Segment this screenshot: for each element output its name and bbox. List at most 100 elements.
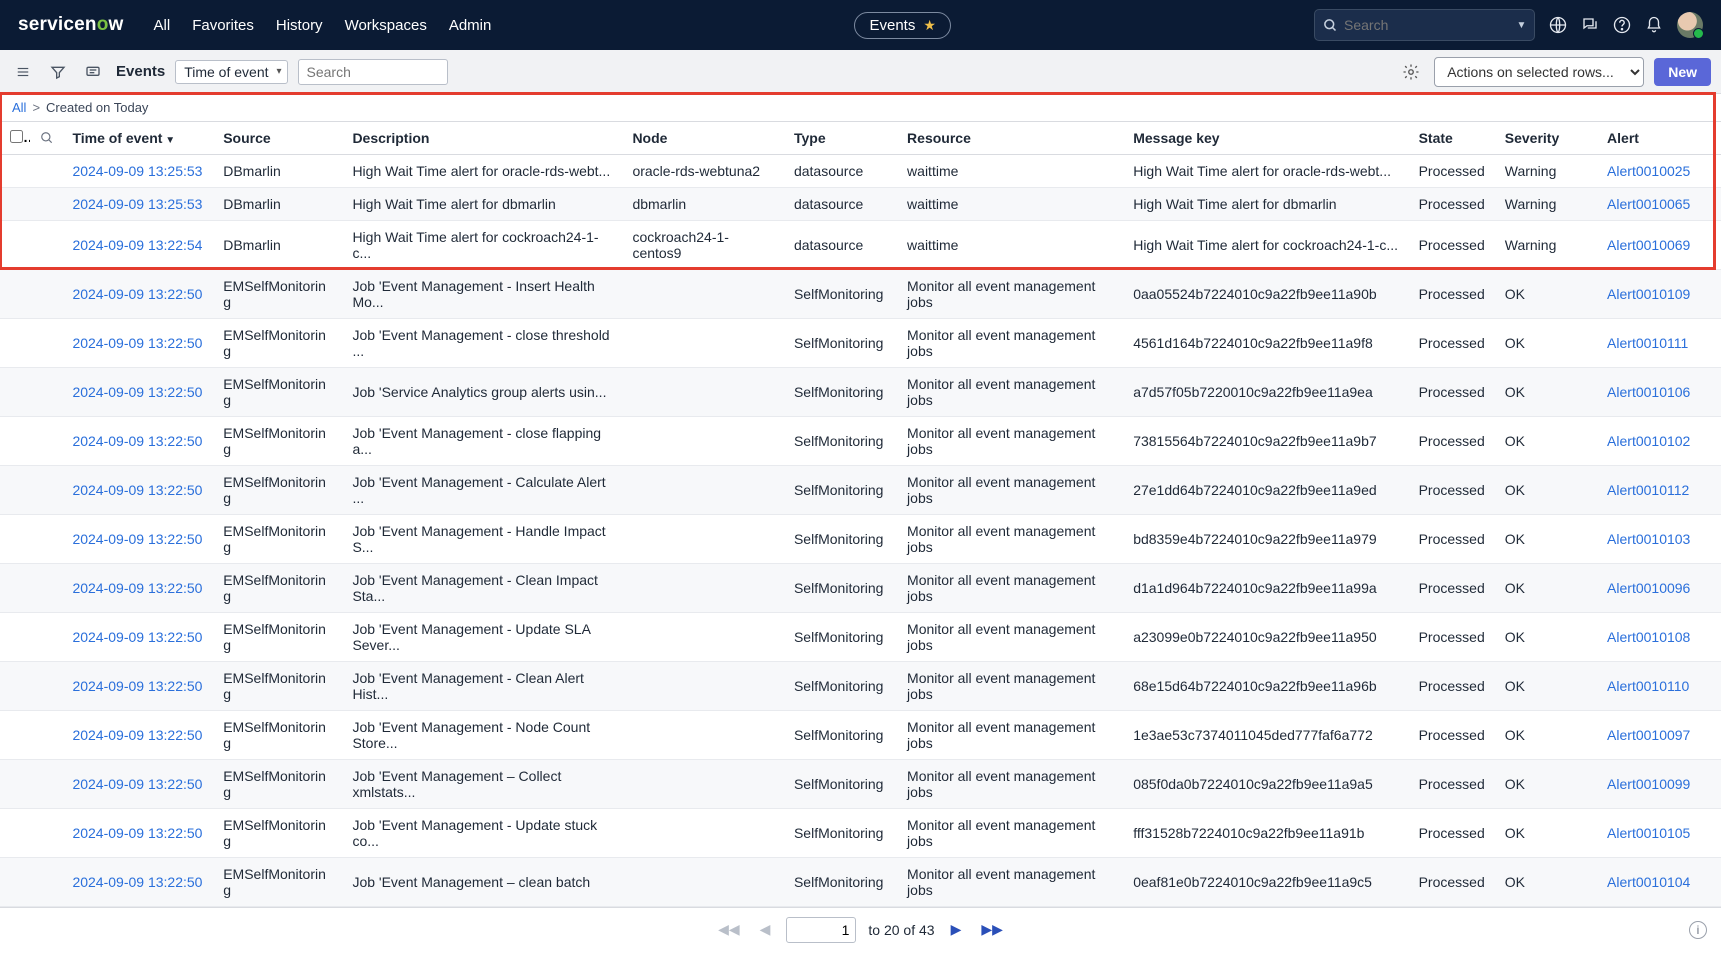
select-all-checkbox[interactable] (10, 130, 23, 143)
cell-alert[interactable]: Alert0010106 (1597, 368, 1721, 417)
nav-workspaces[interactable]: Workspaces (345, 17, 427, 34)
actions-select[interactable]: Actions on selected rows... (1434, 57, 1644, 87)
cell-type: datasource (784, 221, 897, 270)
row-preview-cell (30, 221, 62, 270)
cell-alert[interactable]: Alert0010102 (1597, 417, 1721, 466)
global-search-input[interactable] (1344, 17, 1505, 33)
cell-time[interactable]: 2024-09-09 13:22:50 (62, 417, 213, 466)
cell-alert[interactable]: Alert0010065 (1597, 188, 1721, 221)
cell-messagekey: High Wait Time alert for dbmarlin (1123, 188, 1408, 221)
search-options-caret[interactable]: ▼ (1509, 9, 1535, 41)
cell-alert[interactable]: Alert0010069 (1597, 221, 1721, 270)
chat-icon[interactable] (1581, 16, 1599, 34)
table-row[interactable]: 2024-09-09 13:22:50EMSelfMonitoringJob '… (0, 417, 1721, 466)
last-page-icon[interactable]: ▶▶ (977, 919, 1007, 940)
col-description[interactable]: Description (342, 122, 622, 155)
next-page-icon[interactable]: ▶ (947, 919, 966, 940)
table-row[interactable]: 2024-09-09 13:22:54DBmarlinHigh Wait Tim… (0, 221, 1721, 270)
cell-time[interactable]: 2024-09-09 13:22:50 (62, 760, 213, 809)
help-icon[interactable] (1613, 16, 1631, 34)
table-row[interactable]: 2024-09-09 13:25:53DBmarlinHigh Wait Tim… (0, 188, 1721, 221)
global-search[interactable] (1314, 9, 1514, 41)
table-row[interactable]: 2024-09-09 13:25:53DBmarlinHigh Wait Tim… (0, 155, 1721, 188)
row-checkbox-cell (0, 319, 30, 368)
cell-time[interactable]: 2024-09-09 13:22:50 (62, 368, 213, 417)
cell-source: EMSelfMonitoring (213, 466, 342, 515)
col-search[interactable] (30, 122, 62, 155)
cell-alert[interactable]: Alert0010104 (1597, 858, 1721, 907)
table-row[interactable]: 2024-09-09 13:22:50EMSelfMonitoringJob '… (0, 711, 1721, 760)
nav-admin[interactable]: Admin (449, 17, 492, 34)
cell-time[interactable]: 2024-09-09 13:22:50 (62, 711, 213, 760)
activity-icon[interactable] (80, 60, 106, 84)
cell-alert[interactable]: Alert0010103 (1597, 515, 1721, 564)
breadcrumb-current[interactable]: Created on Today (46, 100, 148, 115)
gear-icon[interactable] (1402, 63, 1420, 81)
cell-time[interactable]: 2024-09-09 13:22:54 (62, 221, 213, 270)
cell-alert[interactable]: Alert0010108 (1597, 613, 1721, 662)
cell-time[interactable]: 2024-09-09 13:22:50 (62, 662, 213, 711)
cell-alert[interactable]: Alert0010097 (1597, 711, 1721, 760)
table-row[interactable]: 2024-09-09 13:22:50EMSelfMonitoringJob '… (0, 760, 1721, 809)
table-row[interactable]: 2024-09-09 13:22:50EMSelfMonitoringJob '… (0, 319, 1721, 368)
cell-messagekey: a23099e0b7224010c9a22fb9ee11a950 (1123, 613, 1408, 662)
prev-page-icon[interactable]: ◀ (756, 919, 775, 940)
page-input[interactable] (786, 917, 856, 943)
table-row[interactable]: 2024-09-09 13:22:50EMSelfMonitoringJob '… (0, 466, 1721, 515)
col-source[interactable]: Source (213, 122, 342, 155)
bell-icon[interactable] (1645, 16, 1663, 34)
filter-icon[interactable] (46, 60, 70, 84)
cell-severity: OK (1495, 760, 1597, 809)
info-icon[interactable]: i (1689, 921, 1707, 939)
breadcrumb-all[interactable]: All (12, 100, 26, 115)
list-search-input[interactable] (298, 59, 448, 85)
new-button[interactable]: New (1654, 58, 1711, 86)
globe-icon[interactable] (1549, 16, 1567, 34)
cell-time[interactable]: 2024-09-09 13:22:50 (62, 613, 213, 662)
cell-time[interactable]: 2024-09-09 13:22:50 (62, 466, 213, 515)
cell-time[interactable]: 2024-09-09 13:22:50 (62, 809, 213, 858)
cell-alert[interactable]: Alert0010105 (1597, 809, 1721, 858)
cell-alert[interactable]: Alert0010109 (1597, 270, 1721, 319)
cell-time[interactable]: 2024-09-09 13:25:53 (62, 188, 213, 221)
table-row[interactable]: 2024-09-09 13:22:50EMSelfMonitoringJob '… (0, 515, 1721, 564)
cell-time[interactable]: 2024-09-09 13:22:50 (62, 858, 213, 907)
nav-all[interactable]: All (154, 17, 171, 34)
avatar[interactable] (1677, 12, 1703, 38)
cell-alert[interactable]: Alert0010099 (1597, 760, 1721, 809)
first-page-icon[interactable]: ◀◀ (714, 919, 744, 940)
table-row[interactable]: 2024-09-09 13:22:50EMSelfMonitoringJob '… (0, 613, 1721, 662)
current-page-pill[interactable]: Events ★ (854, 12, 950, 39)
col-resource[interactable]: Resource (897, 122, 1123, 155)
cell-time[interactable]: 2024-09-09 13:22:50 (62, 270, 213, 319)
col-type[interactable]: Type (784, 122, 897, 155)
cell-alert[interactable]: Alert0010025 (1597, 155, 1721, 188)
cell-time[interactable]: 2024-09-09 13:22:50 (62, 564, 213, 613)
table-row[interactable]: 2024-09-09 13:22:50EMSelfMonitoringJob '… (0, 662, 1721, 711)
cell-alert[interactable]: Alert0010110 (1597, 662, 1721, 711)
nav-favorites[interactable]: Favorites (192, 17, 254, 34)
menu-icon[interactable] (10, 61, 36, 83)
col-node[interactable]: Node (622, 122, 784, 155)
cell-alert[interactable]: Alert0010112 (1597, 466, 1721, 515)
table-row[interactable]: 2024-09-09 13:22:50EMSelfMonitoringJob '… (0, 858, 1721, 907)
cell-severity: Warning (1495, 188, 1597, 221)
table-row[interactable]: 2024-09-09 13:22:50EMSelfMonitoringJob '… (0, 368, 1721, 417)
cell-time[interactable]: 2024-09-09 13:22:50 (62, 515, 213, 564)
col-time[interactable]: Time of event (62, 122, 213, 155)
cell-alert[interactable]: Alert0010111 (1597, 319, 1721, 368)
table-row[interactable]: 2024-09-09 13:22:50EMSelfMonitoringJob '… (0, 270, 1721, 319)
col-state[interactable]: State (1409, 122, 1495, 155)
cell-alert[interactable]: Alert0010096 (1597, 564, 1721, 613)
cell-time[interactable]: 2024-09-09 13:25:53 (62, 155, 213, 188)
table-row[interactable]: 2024-09-09 13:22:50EMSelfMonitoringJob '… (0, 809, 1721, 858)
nav-history[interactable]: History (276, 17, 323, 34)
table-row[interactable]: 2024-09-09 13:22:50EMSelfMonitoringJob '… (0, 564, 1721, 613)
filter-field-select[interactable]: Time of event (175, 60, 287, 84)
logo[interactable]: servicenow (18, 14, 124, 36)
col-messagekey[interactable]: Message key (1123, 122, 1408, 155)
col-alert[interactable]: Alert (1597, 122, 1721, 155)
cell-node (622, 613, 784, 662)
cell-time[interactable]: 2024-09-09 13:22:50 (62, 319, 213, 368)
col-severity[interactable]: Severity (1495, 122, 1597, 155)
